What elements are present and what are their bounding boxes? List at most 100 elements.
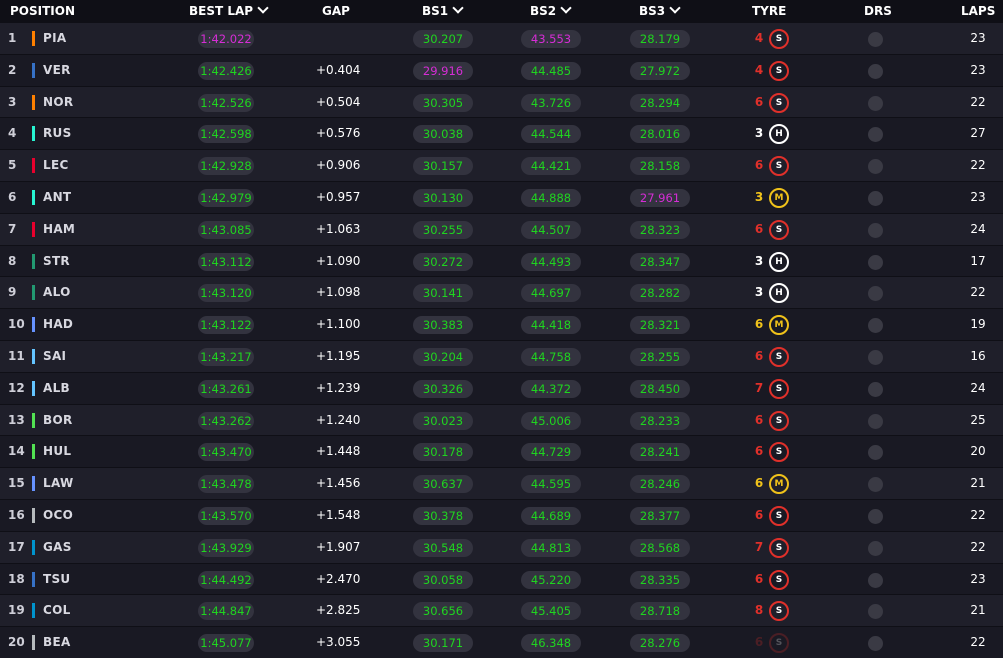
best-sector-2: 43.726 — [521, 93, 581, 112]
gap-value: +0.957 — [316, 189, 361, 204]
best-sector-1: 30.141 — [413, 284, 473, 303]
best-sector-3: 28.568 — [630, 538, 690, 557]
laps-count: 17 — [970, 253, 986, 268]
position-number: 8 — [8, 253, 17, 268]
drs-indicator-icon — [868, 477, 883, 493]
driver-code: COL — [43, 603, 71, 618]
tyre-compound-icon: S — [769, 29, 789, 49]
drs-indicator-icon — [868, 381, 883, 397]
tyre-age: 6 — [754, 571, 764, 586]
tyre-compound-icon: S — [769, 410, 789, 431]
header-bs3[interactable]: BS3 — [639, 0, 681, 23]
tyre-age: 6 — [754, 507, 764, 522]
best-lap-time: 1:43.085 — [198, 220, 254, 239]
header-bs2-label: BS2 — [530, 4, 557, 18]
best-sector-2: 45.006 — [521, 411, 581, 430]
position-number: 17 — [8, 539, 25, 554]
tyre-age: 6 — [754, 635, 764, 650]
table-row[interactable]: 10 HAD 1:43.122 +1.100 30.383 44.418 28.321 6 M 1… — [0, 309, 1003, 341]
best-sector-2: 44.421 — [521, 157, 581, 176]
team-color-bar — [32, 31, 35, 46]
best-lap-time: 1:43.261 — [198, 379, 254, 398]
driver-code: ALO — [43, 285, 71, 300]
table-row[interactable]: 20 BEA 1:45.077 +3.055 30.171 46.348 28.276 6 S 2… — [0, 627, 1003, 658]
table-row[interactable]: 4 RUS 1:42.598 +0.576 30.038 44.544 28.016 3 H 27 — [0, 118, 1003, 151]
best-lap-time: 1:43.122 — [198, 316, 254, 335]
best-sector-1: 30.157 — [413, 157, 473, 176]
position-number: 18 — [8, 571, 25, 586]
tyre-age: 6 — [754, 317, 764, 332]
table-row[interactable]: 14 HUL 1:43.470 +1.448 30.178 44.729 28.241 6 S 2… — [0, 436, 1003, 469]
table-row[interactable]: 7 HAM 1:43.085 +1.063 30.255 44.507 28.323 6 S 24 — [0, 213, 1003, 246]
position-number: 15 — [8, 476, 25, 491]
table-row[interactable]: 19 COL 1:44.847 +2.825 30.656 45.405 28.718 8 S 2… — [0, 595, 1003, 628]
table-row[interactable]: 3 NOR 1:42.526 +0.504 30.305 43.726 28.294 6 S 22 — [0, 86, 1003, 119]
chevron-down-icon — [452, 2, 464, 14]
table-row[interactable]: 11 SAI 1:43.217 +1.195 30.204 44.758 28.255 6 S 1… — [0, 340, 1003, 373]
driver-code: HAD — [43, 317, 74, 332]
tyre-compound-icon: S — [769, 505, 789, 526]
tyre-age: 6 — [754, 476, 764, 491]
drs-indicator-icon — [868, 222, 883, 238]
driver-code: BOR — [43, 412, 73, 427]
laps-count: 22 — [970, 94, 986, 109]
team-color-bar — [32, 285, 35, 301]
laps-count: 23 — [970, 31, 986, 45]
tyre-compound-icon: S — [769, 60, 789, 81]
tyre-age: 3 — [754, 253, 764, 268]
header-best-lap[interactable]: BEST LAP — [189, 0, 269, 23]
position-number: 10 — [8, 317, 25, 332]
table-row[interactable]: 2 VER 1:42.426 +0.404 29.916 44.485 27.972 4 S 23 — [0, 54, 1003, 87]
best-lap-time: 1:43.217 — [198, 347, 254, 366]
drs-indicator-icon — [868, 63, 883, 79]
table-row[interactable]: 8 STR 1:43.112 +1.090 30.272 44.493 28.347 3 H 17 — [0, 245, 1003, 278]
table-row[interactable]: 1 PIA 1:42.022 30.207 43.553 28.179 4 S 23 — [0, 23, 1003, 55]
header-bs1-label: BS1 — [422, 4, 449, 18]
tyre-compound-icon: S — [769, 442, 789, 463]
drs-indicator-icon — [868, 127, 883, 143]
tyre-compound-icon: S — [769, 156, 789, 177]
tyre-age: 3 — [754, 285, 764, 300]
best-sector-3: 28.450 — [630, 379, 690, 398]
header-tyre[interactable]: TYRE — [752, 0, 786, 23]
header-drs[interactable]: DRS — [864, 0, 892, 23]
table-row[interactable]: 6 ANT 1:42.979 +0.957 30.130 44.888 27.961 3 M 23 — [0, 181, 1003, 214]
header-bs1[interactable]: BS1 — [422, 0, 464, 23]
chevron-down-icon — [560, 2, 572, 14]
best-sector-3: 28.246 — [630, 475, 690, 494]
best-sector-3: 28.276 — [630, 634, 690, 653]
table-row[interactable]: 16 OCO 1:43.570 +1.548 30.378 44.689 28.377 6 S 2… — [0, 499, 1003, 532]
tyre-age: 6 — [754, 158, 764, 173]
table-row[interactable]: 9 ALO 1:43.120 +1.098 30.141 44.697 28.282 3 H 22 — [0, 277, 1003, 310]
header-laps[interactable]: LAPS — [961, 0, 995, 23]
header-gap[interactable]: GAP — [322, 0, 350, 23]
tyre-compound-icon: S — [769, 92, 789, 113]
header-bs2[interactable]: BS2 — [530, 0, 572, 23]
gap-value: +2.825 — [316, 603, 361, 618]
best-sector-2: 44.372 — [521, 379, 581, 398]
position-number: 3 — [8, 94, 17, 109]
best-sector-3: 28.158 — [630, 157, 690, 176]
best-sector-1: 30.058 — [413, 570, 473, 589]
laps-count: 19 — [970, 317, 986, 332]
table-row[interactable]: 12 ALB 1:43.261 +1.239 30.326 44.372 28.450 7 S 2… — [0, 372, 1003, 405]
best-sector-1: 30.178 — [413, 443, 473, 462]
team-color-bar — [32, 221, 35, 237]
best-sector-1: 30.383 — [413, 316, 473, 335]
table-row[interactable]: 5 LEC 1:42.928 +0.906 30.157 44.421 28.158 6 S 22 — [0, 150, 1003, 182]
position-number: 6 — [8, 189, 17, 204]
header-position[interactable]: POSITION — [10, 0, 75, 23]
best-sector-2: 44.813 — [521, 538, 581, 557]
table-row[interactable]: 17 GAS 1:43.929 +1.907 30.548 44.813 28.568 7 S 2… — [0, 531, 1003, 564]
table-row[interactable]: 18 TSU 1:44.492 +2.470 30.058 45.220 28.335 6 S 2… — [0, 563, 1003, 596]
team-color-bar — [32, 380, 35, 396]
tyre-age: 6 — [754, 221, 764, 236]
driver-code: PIA — [43, 31, 67, 45]
driver-code: ANT — [43, 189, 72, 204]
drs-indicator-icon — [868, 254, 883, 270]
table-row[interactable]: 15 LAW 1:43.478 +1.456 30.637 44.595 28.246 6 M 2… — [0, 468, 1003, 500]
best-sector-2: 44.888 — [521, 188, 581, 207]
table-row[interactable]: 13 BOR 1:43.262 +1.240 30.023 45.006 28.233 6 S 2… — [0, 404, 1003, 437]
best-sector-3: 28.179 — [630, 30, 690, 48]
driver-code: HUL — [43, 444, 72, 459]
